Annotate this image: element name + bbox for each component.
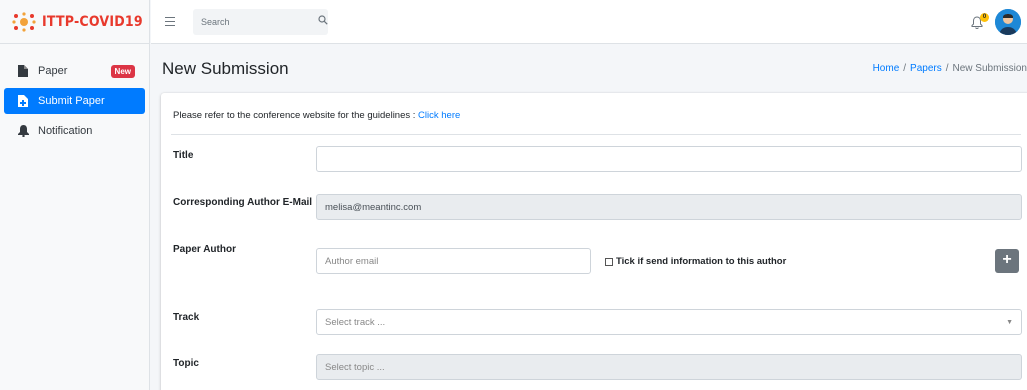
brand-name: ITTP-COVID19 [42, 13, 143, 30]
track-select[interactable]: Select track ... ▼ [316, 309, 1022, 335]
add-author-button[interactable]: + [995, 249, 1019, 273]
search-box [193, 8, 328, 35]
brand[interactable]: ITTP-COVID19 [0, 0, 149, 44]
file-icon [16, 65, 30, 77]
search-input[interactable] [201, 16, 318, 27]
menu-toggle-icon[interactable] [165, 16, 177, 27]
sidebar-item-paper[interactable]: Paper New [4, 58, 145, 84]
breadcrumb: Home / Papers / New Submission [873, 63, 1027, 74]
sidebar-item-label: Notification [38, 125, 93, 137]
sidebar-nav: Paper New Submit Paper Notification [0, 44, 149, 144]
title-input[interactable] [316, 146, 1022, 172]
breadcrumb-separator: / [945, 63, 949, 74]
sidebar-item-label: Paper [38, 65, 68, 77]
guideline-message: Please refer to the conference website f… [173, 110, 419, 121]
track-select-value: Select track ... [325, 316, 386, 328]
paper-author-label: Paper Author [173, 244, 236, 255]
author-notify-label: Tick if send information to this author [616, 256, 787, 267]
sidebar-item-notification[interactable]: Notification [4, 118, 145, 144]
brand-logo-icon [12, 11, 36, 32]
guideline-text: Please refer to the conference website f… [173, 110, 460, 121]
author-notify-checkbox[interactable]: Tick if send information to this author [605, 256, 786, 267]
author-email-input[interactable]: Author email [316, 248, 591, 274]
bell-icon [16, 125, 30, 137]
submission-form-card: Please refer to the conference website f… [161, 93, 1027, 390]
topic-label: Topic [173, 358, 199, 369]
breadcrumb-current: New Submission [952, 63, 1027, 74]
notification-count-badge: 0 [980, 13, 989, 22]
guideline-link[interactable]: Click here [418, 110, 460, 121]
file-plus-icon [16, 95, 30, 107]
topic-select[interactable]: Select topic ... [316, 354, 1022, 380]
breadcrumb-home-link[interactable]: Home [873, 63, 900, 74]
sidebar: ITTP-COVID19 Paper New Submit Paper Noti… [0, 0, 150, 390]
notification-button[interactable]: 0 [971, 13, 989, 30]
sidebar-item-label: Submit Paper [38, 95, 105, 107]
email-label: Corresponding Author E-Mail [173, 197, 313, 208]
topbar: 0 [151, 0, 1027, 44]
sidebar-item-submit-paper[interactable]: Submit Paper [4, 88, 145, 114]
chevron-down-icon: ▼ [1006, 319, 1013, 326]
page-title: New Submission [162, 59, 289, 78]
corresponding-email-field: melisa@meantinc.com [316, 194, 1022, 220]
breadcrumb-separator: / [903, 63, 907, 74]
checkbox[interactable] [605, 257, 613, 266]
content-header: New Submission Home / Papers / New Submissio… [151, 45, 1027, 93]
new-badge: New [110, 64, 135, 78]
avatar[interactable] [995, 9, 1021, 35]
search-icon[interactable] [318, 15, 328, 28]
divider [171, 134, 1021, 135]
title-label: Title [173, 150, 194, 161]
track-label: Track [173, 312, 200, 323]
breadcrumb-papers-link[interactable]: Papers [910, 63, 942, 74]
